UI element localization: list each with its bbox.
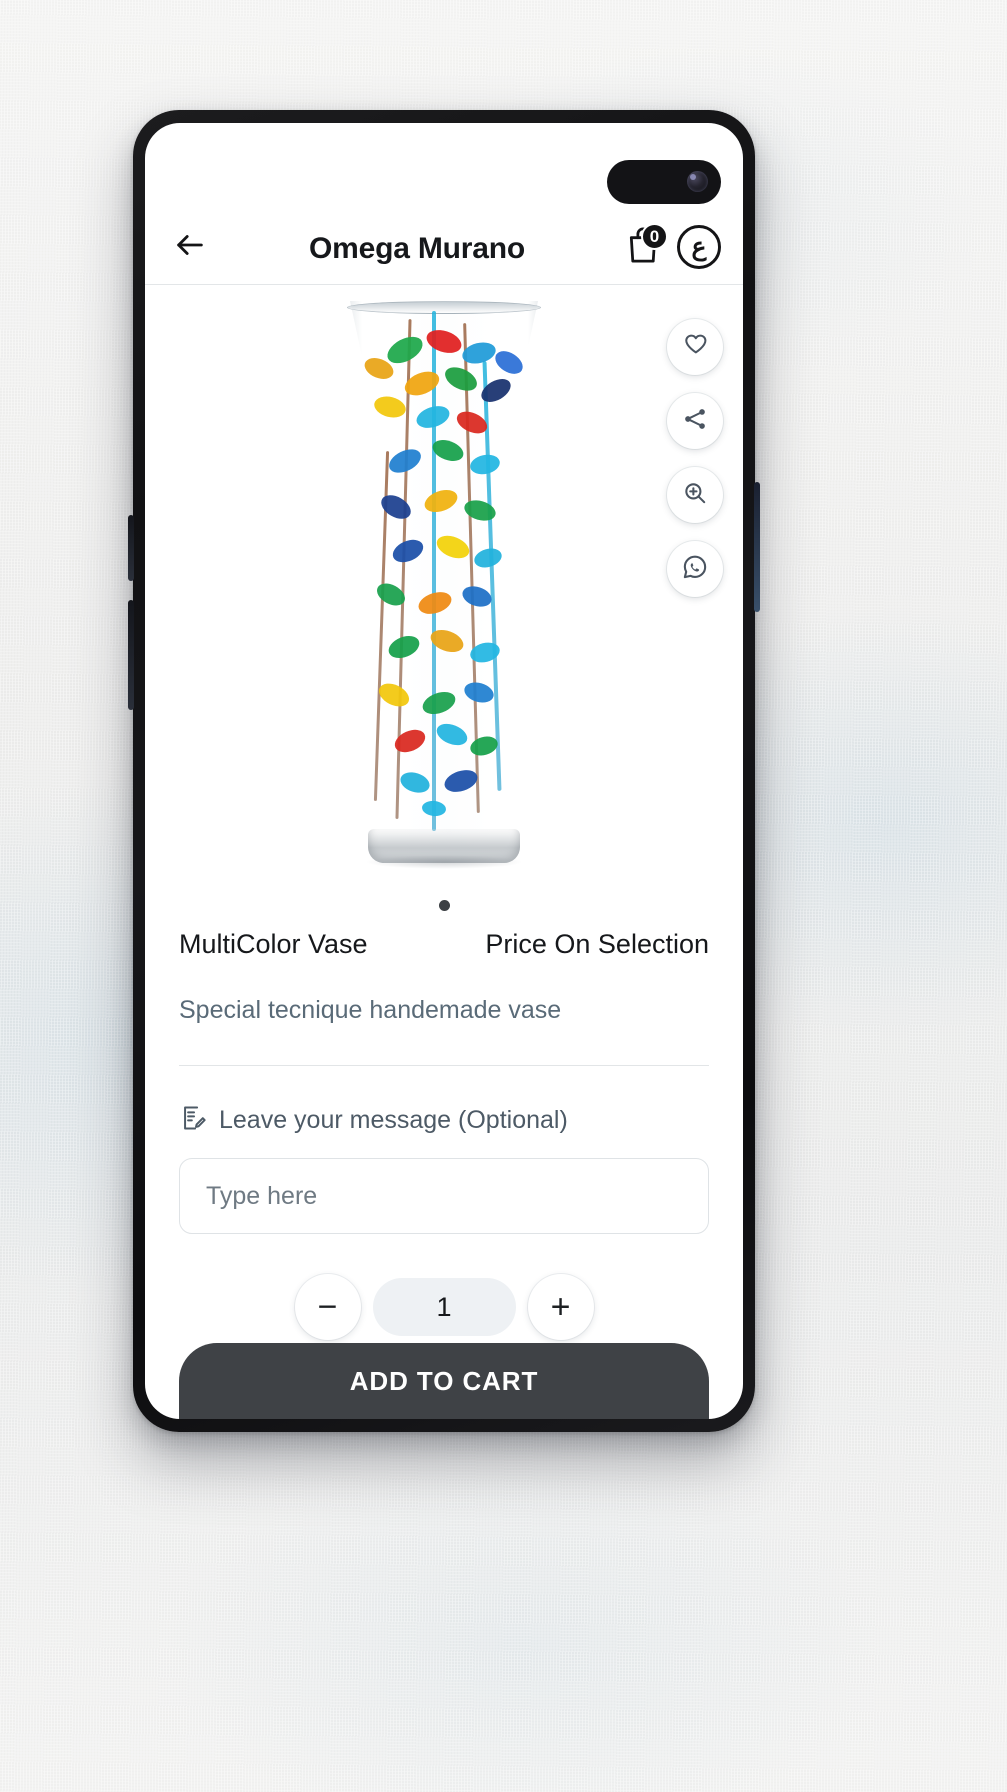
power-button[interactable]	[754, 482, 760, 612]
currency-avatar-icon: ع	[691, 232, 707, 261]
camera-lens-icon	[687, 171, 708, 192]
vase-base	[365, 829, 523, 869]
product-price: Price On Selection	[485, 929, 709, 959]
whatsapp-icon	[681, 553, 709, 586]
quantity-increase-button[interactable]: +	[527, 1274, 594, 1340]
section-divider	[179, 1065, 709, 1066]
cart-count-badge: 0	[641, 223, 668, 250]
profile-button[interactable]: ع	[677, 225, 721, 269]
add-to-cart-button[interactable]: ADD TO CART	[179, 1343, 709, 1419]
quantity-stepper: − 1 +	[179, 1274, 709, 1340]
page-title: Omega Murano	[309, 232, 525, 265]
quantity-value[interactable]: 1	[372, 1278, 516, 1336]
zoom-fab[interactable]	[667, 467, 723, 523]
punch-hole-camera	[607, 160, 721, 204]
product-title-row: MultiColor Vase Price On Selection	[179, 925, 709, 960]
product-media	[145, 285, 743, 925]
back-button[interactable]	[167, 224, 213, 270]
product-info: MultiColor Vase Price On Selection Speci…	[145, 925, 743, 1340]
message-label-row: Leave your message (Optional)	[179, 1104, 709, 1137]
vase-rim	[347, 301, 541, 314]
carousel-dot-active[interactable]	[438, 900, 450, 911]
quantity-decrease-button[interactable]: −	[294, 1274, 361, 1340]
volume-up-button[interactable]	[128, 515, 134, 581]
product-description: Special tecnique handemade vase	[179, 996, 562, 1024]
product-name: MultiColor Vase	[179, 929, 368, 959]
volume-down-button[interactable]	[128, 600, 134, 710]
message-label: Leave your message (Optional)	[219, 1106, 568, 1134]
note-edit-icon	[179, 1104, 207, 1137]
app-header: Omega Murano 0 ع	[145, 123, 743, 285]
magnifier-plus-icon	[682, 480, 708, 511]
header-actions: 0 ع	[621, 223, 721, 270]
message-input[interactable]	[179, 1158, 709, 1234]
media-action-rail	[667, 319, 723, 597]
share-icon	[682, 406, 708, 437]
carousel-indicator	[145, 900, 743, 911]
cart-button[interactable]: 0	[621, 223, 668, 270]
heart-icon	[682, 331, 709, 363]
phone-screen: Omega Murano 0 ع MultiColor Vase Price O…	[145, 123, 743, 1419]
favorite-fab[interactable]	[667, 319, 723, 375]
whatsapp-fab[interactable]	[667, 541, 723, 597]
murano-vase-illustration	[344, 301, 544, 869]
product-image[interactable]	[145, 301, 743, 869]
arrow-left-icon	[173, 228, 207, 267]
phone-device-frame: Omega Murano 0 ع MultiColor Vase Price O…	[128, 110, 760, 1432]
share-fab[interactable]	[667, 393, 723, 449]
